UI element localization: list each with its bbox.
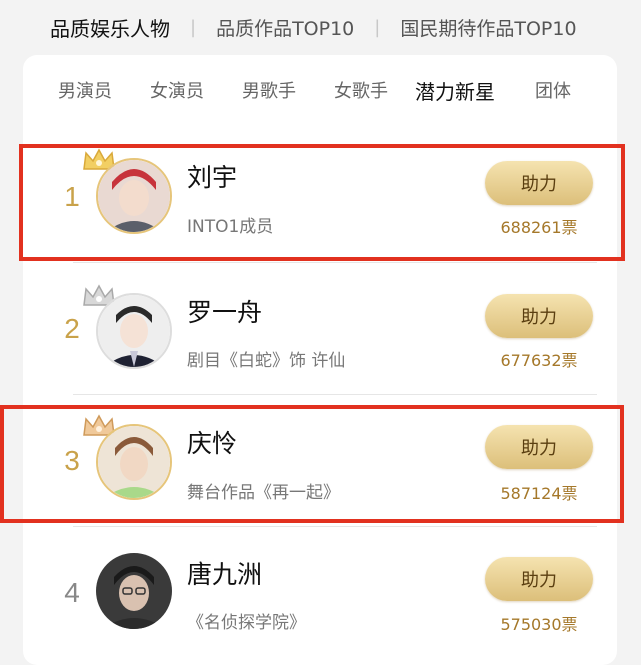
tab-separator: | bbox=[374, 17, 381, 38]
avatar[interactable] bbox=[96, 553, 172, 629]
boost-button[interactable]: 助力 bbox=[485, 161, 593, 205]
avatar[interactable] bbox=[96, 424, 172, 500]
ranking-card: 男演员 女演员 男歌手 女歌手 潜力新星 团体 1 刘宇 INTO1成员 助力 … bbox=[23, 55, 617, 665]
artist-name: 庆怜 bbox=[187, 429, 238, 458]
tab-actors[interactable]: 男演员 bbox=[58, 77, 112, 103]
avatar[interactable] bbox=[96, 158, 172, 234]
vote-count: 575030票 bbox=[500, 615, 578, 634]
boost-button[interactable]: 助力 bbox=[485, 294, 593, 338]
boost-button[interactable]: 助力 bbox=[485, 557, 593, 601]
tab-quality-people[interactable]: 品质娱乐人物 bbox=[50, 13, 170, 42]
artist-name: 刘宇 bbox=[187, 163, 238, 192]
vote-count: 688261票 bbox=[500, 218, 578, 237]
artist-description: 剧目《白蛇》饰 许仙 bbox=[187, 351, 346, 371]
boost-button[interactable]: 助力 bbox=[485, 425, 593, 469]
list-item[interactable]: 4 唐九洲 《名侦探学院》 助力 575030票 bbox=[23, 527, 617, 659]
tab-anticipated-works[interactable]: 国民期待作品TOP10 bbox=[400, 14, 576, 41]
tab-male-singers[interactable]: 男歌手 bbox=[242, 77, 296, 103]
tab-quality-works[interactable]: 品质作品TOP10 bbox=[216, 14, 354, 41]
rank-number: 4 bbox=[64, 577, 80, 608]
avatar[interactable] bbox=[96, 293, 172, 369]
vote-count: 587124票 bbox=[500, 484, 578, 503]
category-tabs: 男演员 女演员 男歌手 女歌手 潜力新星 团体 bbox=[23, 55, 617, 127]
list-item[interactable]: 3 庆怜 舞台作品《再一起》 助力 587124票 bbox=[23, 395, 617, 527]
list-item[interactable]: 1 刘宇 INTO1成员 助力 688261票 bbox=[23, 131, 617, 263]
artist-description: 舞台作品《再一起》 bbox=[187, 483, 340, 503]
artist-name: 唐九洲 bbox=[187, 560, 263, 589]
tab-separator: | bbox=[190, 17, 197, 38]
tab-groups[interactable]: 团体 bbox=[535, 77, 571, 103]
list-item[interactable]: 2 罗一舟 剧目《白蛇》饰 许仙 助力 677632票 bbox=[23, 263, 617, 395]
tab-rising-stars[interactable]: 潜力新星 bbox=[415, 76, 495, 105]
artist-description: 《名侦探学院》 bbox=[187, 613, 306, 633]
artist-name: 罗一舟 bbox=[187, 298, 263, 327]
artist-description: INTO1成员 bbox=[187, 217, 274, 237]
tab-actresses[interactable]: 女演员 bbox=[150, 77, 204, 103]
tab-female-singers[interactable]: 女歌手 bbox=[334, 77, 388, 103]
top-tab-bar: 品质娱乐人物 | 品质作品TOP10 | 国民期待作品TOP10 bbox=[0, 0, 641, 55]
vote-count: 677632票 bbox=[500, 351, 578, 370]
